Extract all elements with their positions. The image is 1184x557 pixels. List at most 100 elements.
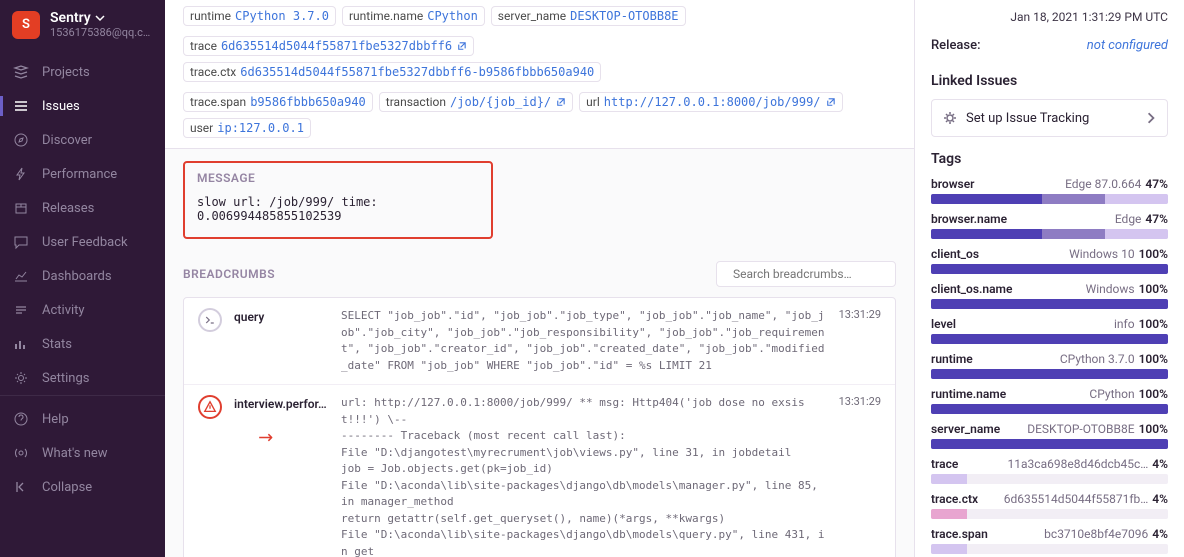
sidebar-item-settings[interactable]: Settings xyxy=(0,361,165,395)
pill-value: DESKTOP-OTOBB8E xyxy=(570,9,678,23)
pill-key: runtime.name xyxy=(349,9,423,23)
tag-client_os[interactable]: client_osWindows 10100% xyxy=(931,247,1168,274)
chat-icon xyxy=(12,233,30,251)
setup-issue-tracking-button[interactable]: Set up Issue Tracking xyxy=(931,99,1168,137)
sidebar-item-dashboards[interactable]: Dashboards xyxy=(0,259,165,293)
breadcrumb-row[interactable]: interview.perfor…url: http://127.0.0.1:8… xyxy=(184,385,895,557)
pill-value: 6d635514d5044f55871fbe5327dbbff6-b9586fb… xyxy=(240,65,594,79)
context-pills: runtime CPython 3.7.0 runtime.name CPytho… xyxy=(165,0,914,149)
tag-percent: 100% xyxy=(1139,422,1168,436)
pill-key: trace.ctx xyxy=(190,65,236,79)
context-pill-trace[interactable]: trace 6d635514d5044f55871fbe5327dbbff6 xyxy=(183,36,474,56)
tag-value: 6d635514d5044f55871fb… xyxy=(1004,492,1149,506)
tag-server_name[interactable]: server_nameDESKTOP-OTOBB8E100% xyxy=(931,422,1168,449)
message-text: slow url: /job/999/ time: 0.006994485855… xyxy=(197,195,479,223)
crumb-body: url: http://127.0.0.1:8000/job/999/ ** m… xyxy=(341,395,827,557)
release-value[interactable]: not configured xyxy=(1087,38,1168,53)
tag-runtime-name[interactable]: runtime.name CPython 100% xyxy=(931,387,1168,414)
tag-value: Edge 87.0.664 xyxy=(1065,177,1141,191)
tag-name: trace xyxy=(931,457,958,471)
bars-icon xyxy=(12,335,30,353)
crumb-category: query xyxy=(234,308,329,374)
main-content: runtime CPython 3.7.0 runtime.name CPytho… xyxy=(165,0,914,557)
nav-label: Collapse xyxy=(42,480,92,495)
sidebar-item-stats[interactable]: Stats xyxy=(0,327,165,361)
context-pill-url[interactable]: url http://127.0.0.1:8000/job/999/ xyxy=(579,92,842,112)
pill-value: http://127.0.0.1:8000/job/999/ xyxy=(604,95,821,109)
crumb-category: interview.perfor… xyxy=(234,395,329,557)
breadcrumb-row[interactable]: querySELECT "job_job"."id", "job_job"."j… xyxy=(184,298,895,385)
tag-percent: 4% xyxy=(1152,457,1168,471)
broadcast-icon xyxy=(12,444,30,462)
tag-browser-name[interactable]: browser.nameEdge47% xyxy=(931,212,1168,239)
crumb-body: SELECT "job_job"."id", "job_job"."job_ty… xyxy=(341,308,827,374)
tag-percent: 100% xyxy=(1139,387,1168,401)
tag-trace[interactable]: trace 11a3ca698e8d46dcb45c…4% xyxy=(931,457,1168,484)
tags-title: Tags xyxy=(931,151,1168,167)
breadcrumbs-title: BREADCRUMBS xyxy=(183,267,275,281)
message-title: MESSAGE xyxy=(197,171,479,185)
tag-value: Edge xyxy=(1115,212,1142,226)
tag-percent: 100% xyxy=(1139,352,1168,366)
context-pill-trace-ctx[interactable]: trace.ctx 6d635514d5044f55871fbe5327dbbf… xyxy=(183,62,601,82)
nav-label: What's new xyxy=(42,446,108,461)
tag-percent: 100% xyxy=(1139,282,1168,296)
tag-level[interactable]: levelinfo100% xyxy=(931,317,1168,344)
context-pill-runtime-name[interactable]: runtime.name CPython xyxy=(342,6,485,26)
tag-name: client_os xyxy=(931,247,979,261)
nav-label: User Feedback xyxy=(42,235,128,250)
sidebar-item-issues[interactable]: Issues xyxy=(0,89,165,123)
tag-browser[interactable]: browserEdge 87.0.66447% xyxy=(931,177,1168,204)
pill-value: CPython xyxy=(427,9,478,23)
sidebar-item-projects[interactable]: Projects xyxy=(0,55,165,89)
tag-bar xyxy=(931,299,1168,309)
tag-name: browser xyxy=(931,177,975,191)
event-timestamp: Jan 18, 2021 1:31:29 PM UTC xyxy=(931,10,1168,32)
sidebar-item-collapse[interactable]: Collapse xyxy=(0,470,165,504)
tag-value: 11a3ca698e8d46dcb45c… xyxy=(1008,457,1149,471)
org-switcher[interactable]: S Sentry 1536175386@qq.co... xyxy=(0,0,165,49)
org-name: Sentry xyxy=(50,10,91,26)
nav-label: Activity xyxy=(42,303,85,318)
search-input[interactable] xyxy=(733,267,889,281)
nav-label: Performance xyxy=(42,167,117,182)
gear-icon xyxy=(12,369,30,387)
tag-percent: 47% xyxy=(1145,212,1168,226)
pill-value: ip:127.0.0.1 xyxy=(217,121,304,135)
org-logo: S xyxy=(12,11,40,39)
context-pill-server_name[interactable]: server_name DESKTOP-OTOBB8E xyxy=(491,6,686,26)
sidebar-item-releases[interactable]: Releases xyxy=(0,191,165,225)
sidebar-item-performance[interactable]: Performance xyxy=(0,157,165,191)
tag-client_os-name[interactable]: client_os.nameWindows100% xyxy=(931,282,1168,309)
sidebar-item-activity[interactable]: Activity xyxy=(0,293,165,327)
package-icon xyxy=(12,199,30,217)
nav-label: Dashboards xyxy=(42,269,112,284)
tag-name: server_name xyxy=(931,422,1000,436)
sidebar-item-help[interactable]: Help xyxy=(0,402,165,436)
linked-issues-title: Linked Issues xyxy=(931,73,1168,89)
org-email: 1536175386@qq.co... xyxy=(50,26,153,39)
tag-percent: 4% xyxy=(1152,527,1168,541)
tag-bar xyxy=(931,264,1168,274)
pill-key: user xyxy=(190,121,213,135)
tag-value: CPython 3.7.0 xyxy=(1060,352,1135,366)
tag-name: client_os.name xyxy=(931,282,1012,296)
sidebar-item-what's-new[interactable]: What's new xyxy=(0,436,165,470)
context-pill-user[interactable]: user ip:127.0.0.1 xyxy=(183,118,311,138)
tag-value: CPython xyxy=(1089,387,1134,401)
tag-name: runtime.name xyxy=(931,387,1006,401)
sidebar-item-user-feedback[interactable]: User Feedback xyxy=(0,225,165,259)
release-label: Release: xyxy=(931,38,981,53)
sidebar-item-discover[interactable]: Discover xyxy=(0,123,165,157)
context-pill-trace-span[interactable]: trace.span b9586fbbb650a940 xyxy=(183,92,373,112)
tag-trace-span[interactable]: trace.spanbc3710e8bf4e70964% xyxy=(931,527,1168,554)
breadcrumb-list: querySELECT "job_job"."id", "job_job"."j… xyxy=(183,297,896,557)
breadcrumbs-search[interactable] xyxy=(716,261,896,287)
context-pill-transaction[interactable]: transaction /job/{job_id}/ xyxy=(379,92,573,112)
context-pill-runtime[interactable]: runtime CPython 3.7.0 xyxy=(183,6,336,26)
tag-runtime[interactable]: runtimeCPython 3.7.0100% xyxy=(931,352,1168,379)
list-icon xyxy=(12,97,30,115)
bolt-icon xyxy=(12,165,30,183)
tag-trace-ctx[interactable]: trace.ctx6d635514d5044f55871fb…4% xyxy=(931,492,1168,519)
tag-value: Windows 10 xyxy=(1069,247,1134,261)
